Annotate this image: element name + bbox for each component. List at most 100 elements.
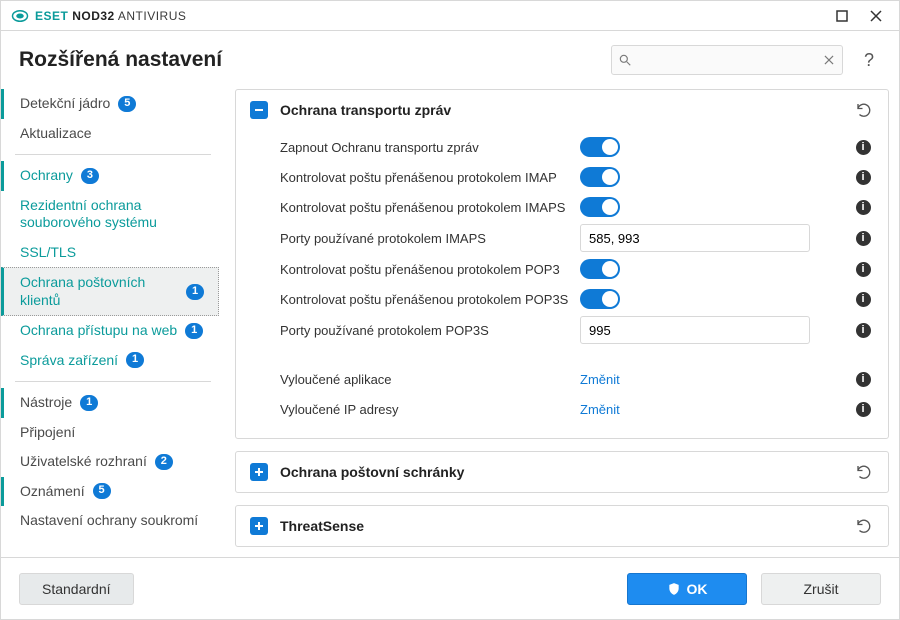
sidebar-item-label: Připojení xyxy=(20,424,75,442)
revert-button[interactable] xyxy=(854,462,874,482)
sidebar-item-label: Oznámení xyxy=(20,483,85,501)
panel-header[interactable]: ThreatSense xyxy=(236,506,888,546)
edit-link[interactable]: Změnit xyxy=(580,372,620,387)
shield-icon xyxy=(667,582,681,596)
window-maximize-button[interactable] xyxy=(825,2,859,30)
sidebar-badge: 1 xyxy=(126,352,144,368)
toggle-switch[interactable] xyxy=(580,289,620,309)
toggle-switch[interactable] xyxy=(580,197,620,217)
page-title: Rozšířená nastavení xyxy=(19,48,222,72)
sidebar-badge: 1 xyxy=(185,323,203,339)
toggle-switch[interactable] xyxy=(580,259,620,279)
panel-title: Ochrana transportu zpráv xyxy=(280,102,842,118)
sidebar-item[interactable]: Připojení xyxy=(1,418,225,448)
panel-title: Ochrana poštovní schránky xyxy=(280,464,842,480)
toggle-switch[interactable] xyxy=(580,167,620,187)
setting-label: Kontrolovat poštu přenášenou protokolem … xyxy=(250,200,580,215)
maximize-icon xyxy=(836,10,848,22)
sidebar-item[interactable]: Ochrana přístupu na web1 xyxy=(1,316,225,346)
sidebar-item[interactable]: Správa zařízení 1 xyxy=(1,346,225,376)
info-cell: i xyxy=(852,200,874,215)
setting-label: Vyloučené IP adresy xyxy=(250,402,580,417)
sidebar-item[interactable]: Uživatelské rozhraní2 xyxy=(1,447,225,477)
info-icon[interactable]: i xyxy=(856,402,871,417)
info-icon[interactable]: i xyxy=(856,170,871,185)
sidebar-item[interactable]: Nástroje1 xyxy=(1,388,225,418)
revert-button[interactable] xyxy=(854,100,874,120)
info-cell: i xyxy=(852,170,874,185)
sidebar-item[interactable]: SSL/TLS xyxy=(1,238,225,268)
sidebar-badge: 3 xyxy=(81,168,99,184)
panel-threatsense: ThreatSense xyxy=(235,505,889,547)
setting-control xyxy=(580,137,852,157)
info-cell: i xyxy=(852,231,874,246)
info-icon[interactable]: i xyxy=(856,292,871,307)
help-button[interactable]: ? xyxy=(857,48,881,72)
info-icon[interactable]: i xyxy=(856,140,871,155)
sidebar-badge: 1 xyxy=(80,395,98,411)
sidebar-item[interactable]: Aktualizace xyxy=(1,119,225,149)
setting-control xyxy=(580,316,852,344)
brand-product: NOD32 xyxy=(72,9,115,23)
app-window: ESET NOD32 ANTIVIRUS Rozšířená nastavení… xyxy=(0,0,900,620)
expand-icon[interactable] xyxy=(250,517,268,535)
sidebar-item[interactable]: Ochrana poštovních klientů1 xyxy=(1,267,219,316)
info-icon[interactable]: i xyxy=(856,323,871,338)
search-box[interactable] xyxy=(611,45,843,75)
setting-row: Kontrolovat poštu přenášenou protokolem … xyxy=(250,192,874,222)
panel-header[interactable]: Ochrana transportu zpráv xyxy=(236,90,888,130)
setting-row: Vyloučené aplikaceZměniti xyxy=(250,364,874,394)
setting-control xyxy=(580,259,852,279)
main-body: Detekční jádro5Aktualizace Ochrany3Rezide… xyxy=(1,85,899,557)
panel-header[interactable]: Ochrana poštovní schránky xyxy=(236,452,888,492)
setting-row: Kontrolovat poštu přenášenou protokolem … xyxy=(250,284,874,314)
text-input[interactable] xyxy=(580,224,810,252)
info-cell: i xyxy=(852,402,874,417)
setting-row: Kontrolovat poštu přenášenou protokolem … xyxy=(250,254,874,284)
search-icon xyxy=(618,53,632,67)
sidebar-item[interactable]: Ochrany3 xyxy=(1,161,225,191)
revert-button[interactable] xyxy=(854,516,874,536)
setting-label: Porty používané protokolem IMAPS xyxy=(250,231,580,246)
content-pane: Ochrana transportu zpráv Zapnout Ochranu … xyxy=(225,85,899,557)
app-title: ESET NOD32 ANTIVIRUS xyxy=(35,9,186,23)
collapse-icon[interactable] xyxy=(250,101,268,119)
sidebar-badge: 2 xyxy=(155,454,173,470)
sidebar-separator xyxy=(15,381,211,382)
sidebar-item[interactable]: Detekční jádro5 xyxy=(1,89,225,119)
app-logo: ESET NOD32 ANTIVIRUS xyxy=(11,7,186,25)
sidebar-item[interactable]: Rezidentní ochrana souborového systému xyxy=(1,191,225,238)
search-input[interactable] xyxy=(632,53,822,68)
panel-mailbox: Ochrana poštovní schránky xyxy=(235,451,889,493)
info-icon[interactable]: i xyxy=(856,231,871,246)
panel-body: Zapnout Ochranu transportu zpráviKontrol… xyxy=(236,130,888,438)
info-cell: i xyxy=(852,372,874,387)
toggle-switch[interactable] xyxy=(580,137,620,157)
sidebar-item[interactable]: Nastavení ochrany soukromí xyxy=(1,506,225,536)
expand-icon[interactable] xyxy=(250,463,268,481)
window-close-button[interactable] xyxy=(859,2,893,30)
sidebar-item[interactable]: Oznámení5 xyxy=(1,477,225,507)
panel-transport: Ochrana transportu zpráv Zapnout Ochranu … xyxy=(235,89,889,439)
clear-search-icon[interactable] xyxy=(822,53,836,67)
setting-row: Zapnout Ochranu transportu zprávi xyxy=(250,132,874,162)
info-icon[interactable]: i xyxy=(856,372,871,387)
sidebar: Detekční jádro5Aktualizace Ochrany3Rezide… xyxy=(1,85,225,557)
setting-row: Porty používané protokolem IMAPS i xyxy=(250,222,874,254)
sidebar-item-label: Správa zařízení xyxy=(20,352,118,370)
sidebar-badge: 1 xyxy=(186,284,204,300)
page-header: Rozšířená nastavení ? xyxy=(1,31,899,85)
cancel-button[interactable]: Zrušit xyxy=(761,573,881,605)
setting-row: Vyloučené IP adresyZměnit i xyxy=(250,394,874,424)
setting-control xyxy=(580,197,852,217)
text-input[interactable] xyxy=(580,316,810,344)
setting-row: Kontrolovat poštu přenášenou protokolem … xyxy=(250,162,874,192)
setting-label: Porty používané protokolem POP3S xyxy=(250,323,580,338)
setting-control xyxy=(580,167,852,187)
edit-link[interactable]: Změnit xyxy=(580,402,620,417)
defaults-button[interactable]: Standardní xyxy=(19,573,134,605)
info-icon[interactable]: i xyxy=(856,200,871,215)
ok-button[interactable]: OK xyxy=(627,573,747,605)
eset-logo-icon xyxy=(11,7,29,25)
info-icon[interactable]: i xyxy=(856,262,871,277)
